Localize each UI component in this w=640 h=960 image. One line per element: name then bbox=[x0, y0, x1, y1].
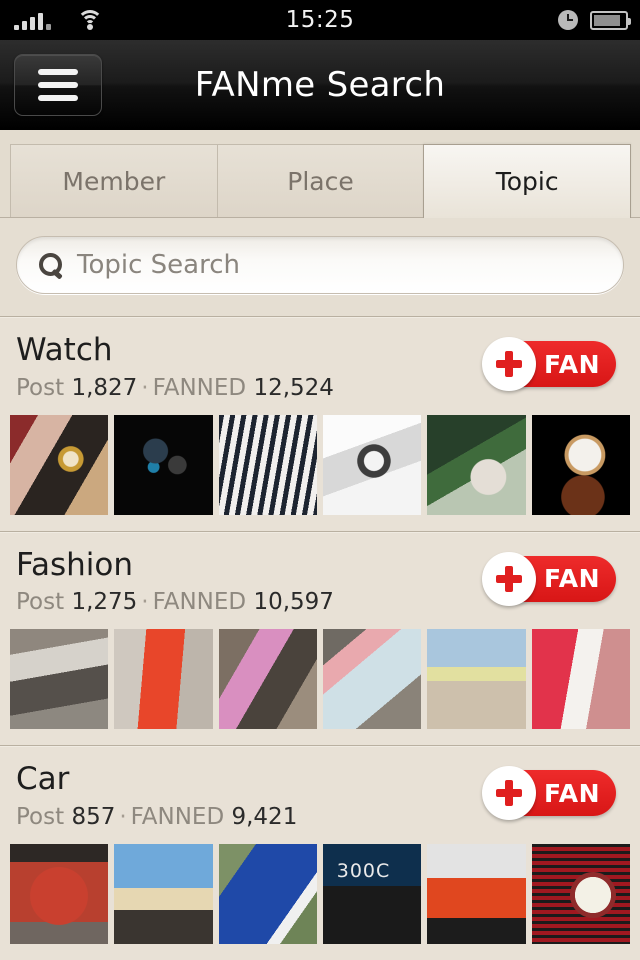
topic-stats: Post 1,827 · FANNED 12,524 bbox=[16, 375, 334, 401]
thumb-street-style-white-tee[interactable] bbox=[10, 629, 109, 730]
plus-icon bbox=[482, 766, 537, 821]
tab-member[interactable]: Member bbox=[10, 144, 218, 218]
topic-thumbnails bbox=[0, 615, 640, 745]
status-bar-right bbox=[558, 10, 631, 30]
phone-screen: 15:25 FANme Search Member Place Topic Topi… bbox=[0, 0, 640, 960]
thumb-striped-shirt-watch[interactable] bbox=[218, 414, 317, 515]
stats-separator: · bbox=[141, 589, 149, 616]
hamburger-menu-icon bbox=[38, 68, 78, 75]
post-count: 857 bbox=[71, 803, 116, 830]
thumb-chronograph-watch[interactable] bbox=[322, 414, 422, 515]
fanned-label: FANNED bbox=[152, 374, 247, 401]
tab-label: Place bbox=[287, 167, 354, 196]
thumb-pink-dress-street[interactable] bbox=[218, 629, 317, 730]
topic-info: Car Post 857 · FANNED 9,421 bbox=[16, 762, 297, 830]
thumb-orange-coat[interactable] bbox=[114, 629, 213, 730]
thumb-black-luxury-watch[interactable] bbox=[114, 414, 213, 515]
tab-place[interactable]: Place bbox=[216, 144, 425, 218]
post-label: Post bbox=[16, 374, 65, 401]
thumb-beach-yellow-top[interactable] bbox=[427, 629, 526, 730]
plus-icon bbox=[482, 337, 537, 391]
topic-name: Fashion bbox=[16, 546, 134, 583]
search-section: Topic Search bbox=[0, 218, 640, 316]
thumb-rose-gold-watch[interactable] bbox=[531, 414, 630, 515]
fan-button[interactable]: FAN bbox=[482, 551, 616, 606]
thumb-floral-dress-pink-fur[interactable] bbox=[322, 629, 422, 730]
topic-name: Car bbox=[16, 761, 70, 798]
topic-row[interactable]: Fashion Post 1,275 · FANNED 10,597 FAN bbox=[0, 530, 640, 746]
topic-info: Fashion Post 1,275 · FANNED 10,597 bbox=[16, 546, 334, 615]
topic-info: Watch Post 1,827 · FANNED 12,524 bbox=[16, 332, 334, 401]
hamburger-menu-button[interactable] bbox=[14, 53, 102, 116]
search-input[interactable]: Topic Search bbox=[16, 236, 624, 294]
post-label: Post bbox=[16, 803, 65, 830]
fanned-label: FANNED bbox=[152, 589, 247, 616]
thumb-orange-mustang[interactable] bbox=[427, 843, 526, 944]
fanned-count: 10,597 bbox=[253, 589, 334, 616]
topic-row[interactable]: Watch Post 1,827 · FANNED 12,524 FAN bbox=[0, 316, 640, 531]
app-header: FANme Search bbox=[0, 40, 640, 130]
topic-thumbnails: 300C bbox=[0, 830, 640, 960]
fanned-count: 12,524 bbox=[253, 374, 334, 401]
topic-row[interactable]: Car Post 857 · FANNED 9,421 FAN 300C bbox=[0, 745, 640, 960]
hamburger-menu-icon bbox=[38, 81, 78, 88]
topic-name: Watch bbox=[16, 332, 113, 368]
stats-separator: · bbox=[119, 803, 127, 830]
topic-header: Fashion Post 1,275 · FANNED 10,597 FAN bbox=[0, 546, 640, 615]
tab-label: Member bbox=[62, 167, 166, 196]
fanned-label: FANNED bbox=[130, 803, 225, 830]
fan-button[interactable]: FAN bbox=[482, 337, 616, 391]
search-icon bbox=[39, 253, 63, 277]
fan-button-label: FAN bbox=[544, 564, 600, 594]
alarm-clock-icon bbox=[558, 10, 578, 30]
tab-topic[interactable]: Topic bbox=[423, 144, 632, 218]
fanned-count: 9,421 bbox=[231, 803, 298, 830]
post-count: 1,827 bbox=[71, 374, 138, 401]
topic-stats: Post 857 · FANNED 9,421 bbox=[16, 804, 297, 830]
tab-bar: Member Place Topic bbox=[0, 130, 640, 218]
fan-button-label: FAN bbox=[544, 778, 600, 808]
thumb-red-classic-car-rear[interactable] bbox=[10, 843, 109, 944]
status-bar-clock: 15:25 bbox=[285, 7, 355, 33]
tab-label: Topic bbox=[495, 167, 559, 196]
topic-thumbnails bbox=[0, 401, 640, 531]
hamburger-menu-icon bbox=[38, 94, 78, 101]
stats-separator: · bbox=[141, 374, 149, 401]
plus-icon bbox=[482, 551, 537, 606]
thumb-blue-cobra-roadster[interactable] bbox=[218, 843, 317, 944]
status-bar: 15:25 bbox=[0, 0, 640, 40]
thumb-man-open-hood-car[interactable] bbox=[114, 843, 213, 944]
topic-list: Watch Post 1,827 · FANNED 12,524 FAN Fashion P… bbox=[0, 316, 640, 960]
topic-header: Car Post 857 · FANNED 9,421 FAN bbox=[0, 762, 640, 830]
topic-stats: Post 1,275 · FANNED 10,597 bbox=[16, 589, 334, 615]
fan-button-label: FAN bbox=[544, 349, 600, 379]
fan-button[interactable]: FAN bbox=[482, 766, 616, 821]
battery-icon bbox=[590, 10, 631, 30]
post-label: Post bbox=[16, 589, 65, 616]
thumb-outdoor-wrist-watch[interactable] bbox=[427, 414, 526, 515]
thumb-red-grille-headlight[interactable] bbox=[531, 843, 630, 944]
thumb-chrysler-300c-show[interactable]: 300C bbox=[322, 843, 422, 944]
thumb-white-dress-red-door[interactable] bbox=[531, 629, 630, 730]
topic-header: Watch Post 1,827 · FANNED 12,524 FAN bbox=[0, 332, 640, 401]
post-count: 1,275 bbox=[71, 589, 138, 616]
thumbnail-caption: 300C bbox=[336, 859, 391, 882]
thumb-gold-watch-wrist[interactable] bbox=[10, 414, 109, 515]
search-placeholder: Topic Search bbox=[77, 250, 240, 280]
